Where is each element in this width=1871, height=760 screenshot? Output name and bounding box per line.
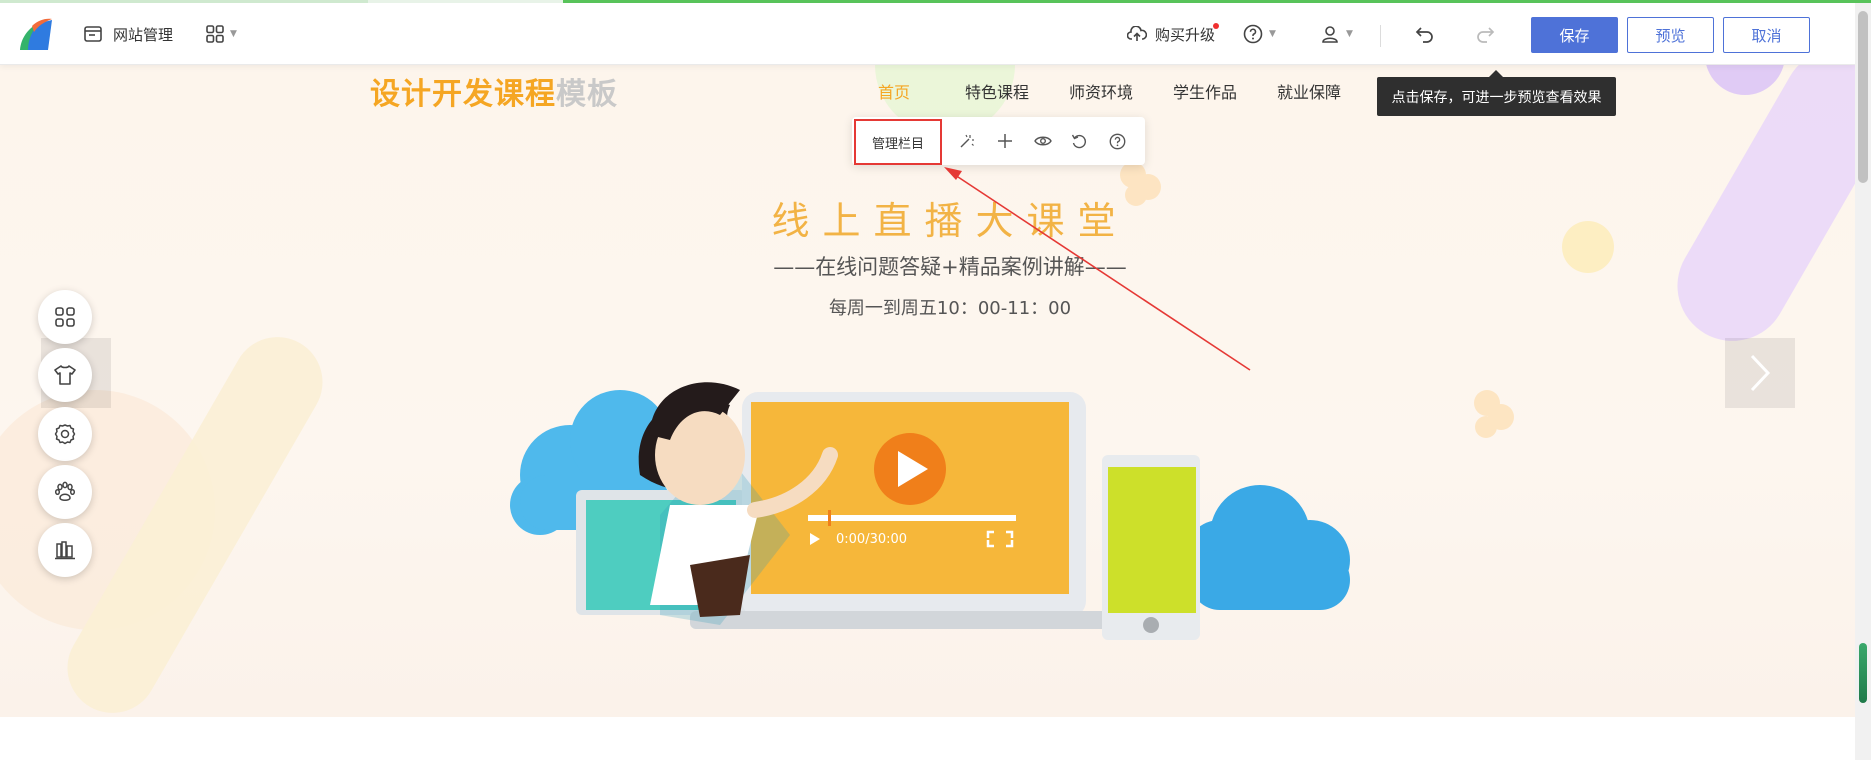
chevron-down-icon: ▼ — [1346, 29, 1353, 39]
site-manage-menu[interactable]: 网站管理 — [84, 3, 173, 65]
apps-menu[interactable]: ▼ — [206, 3, 237, 65]
help-menu[interactable]: ▼ — [1243, 3, 1276, 65]
undo-button[interactable] — [1415, 3, 1435, 65]
notification-dot — [1213, 23, 1219, 29]
loading-strip — [0, 0, 1871, 3]
site-manage-icon — [84, 26, 102, 42]
app-logo — [20, 18, 52, 50]
preview-button[interactable]: 预览 — [1627, 17, 1714, 53]
page-scrollbar[interactable] — [1855, 3, 1871, 760]
scrollbar-thumb[interactable] — [1858, 11, 1868, 183]
redo-icon — [1477, 27, 1495, 43]
account-menu[interactable]: ▼ — [1320, 3, 1353, 65]
apps-grid-icon — [206, 25, 224, 43]
hero-banner: 设计开发课程模板 首页 特色课程 师资环境 学生作品 就业保障 管理栏目 线上直… — [0, 65, 1855, 717]
undo-icon — [1415, 27, 1433, 43]
annotation-arrow — [944, 167, 1251, 371]
page-footer-area — [0, 717, 1855, 760]
redo-button[interactable] — [1475, 3, 1495, 65]
help-icon — [1243, 24, 1263, 44]
upgrade-button[interactable]: 购买升级 — [1127, 3, 1215, 65]
scroll-indicator — [1859, 643, 1867, 703]
toolbar-divider — [1380, 25, 1381, 47]
chevron-down-icon: ▼ — [230, 29, 237, 39]
upgrade-label: 购买升级 — [1155, 25, 1216, 44]
cloud-upload-icon — [1127, 26, 1147, 41]
save-button[interactable]: 保存 — [1531, 17, 1618, 53]
user-icon — [1322, 26, 1338, 43]
chevron-down-icon: ▼ — [1269, 29, 1276, 39]
site-manage-label: 网站管理 — [113, 25, 174, 44]
save-tooltip: 点击保存，可进一步预览查看效果 — [1377, 70, 1616, 116]
cancel-button[interactable]: 取消 — [1723, 17, 1810, 53]
editor-toolbar: 网站管理 ▼ 购买升级 ▼ ▼ 保存 预览 取消 — [0, 3, 1855, 65]
